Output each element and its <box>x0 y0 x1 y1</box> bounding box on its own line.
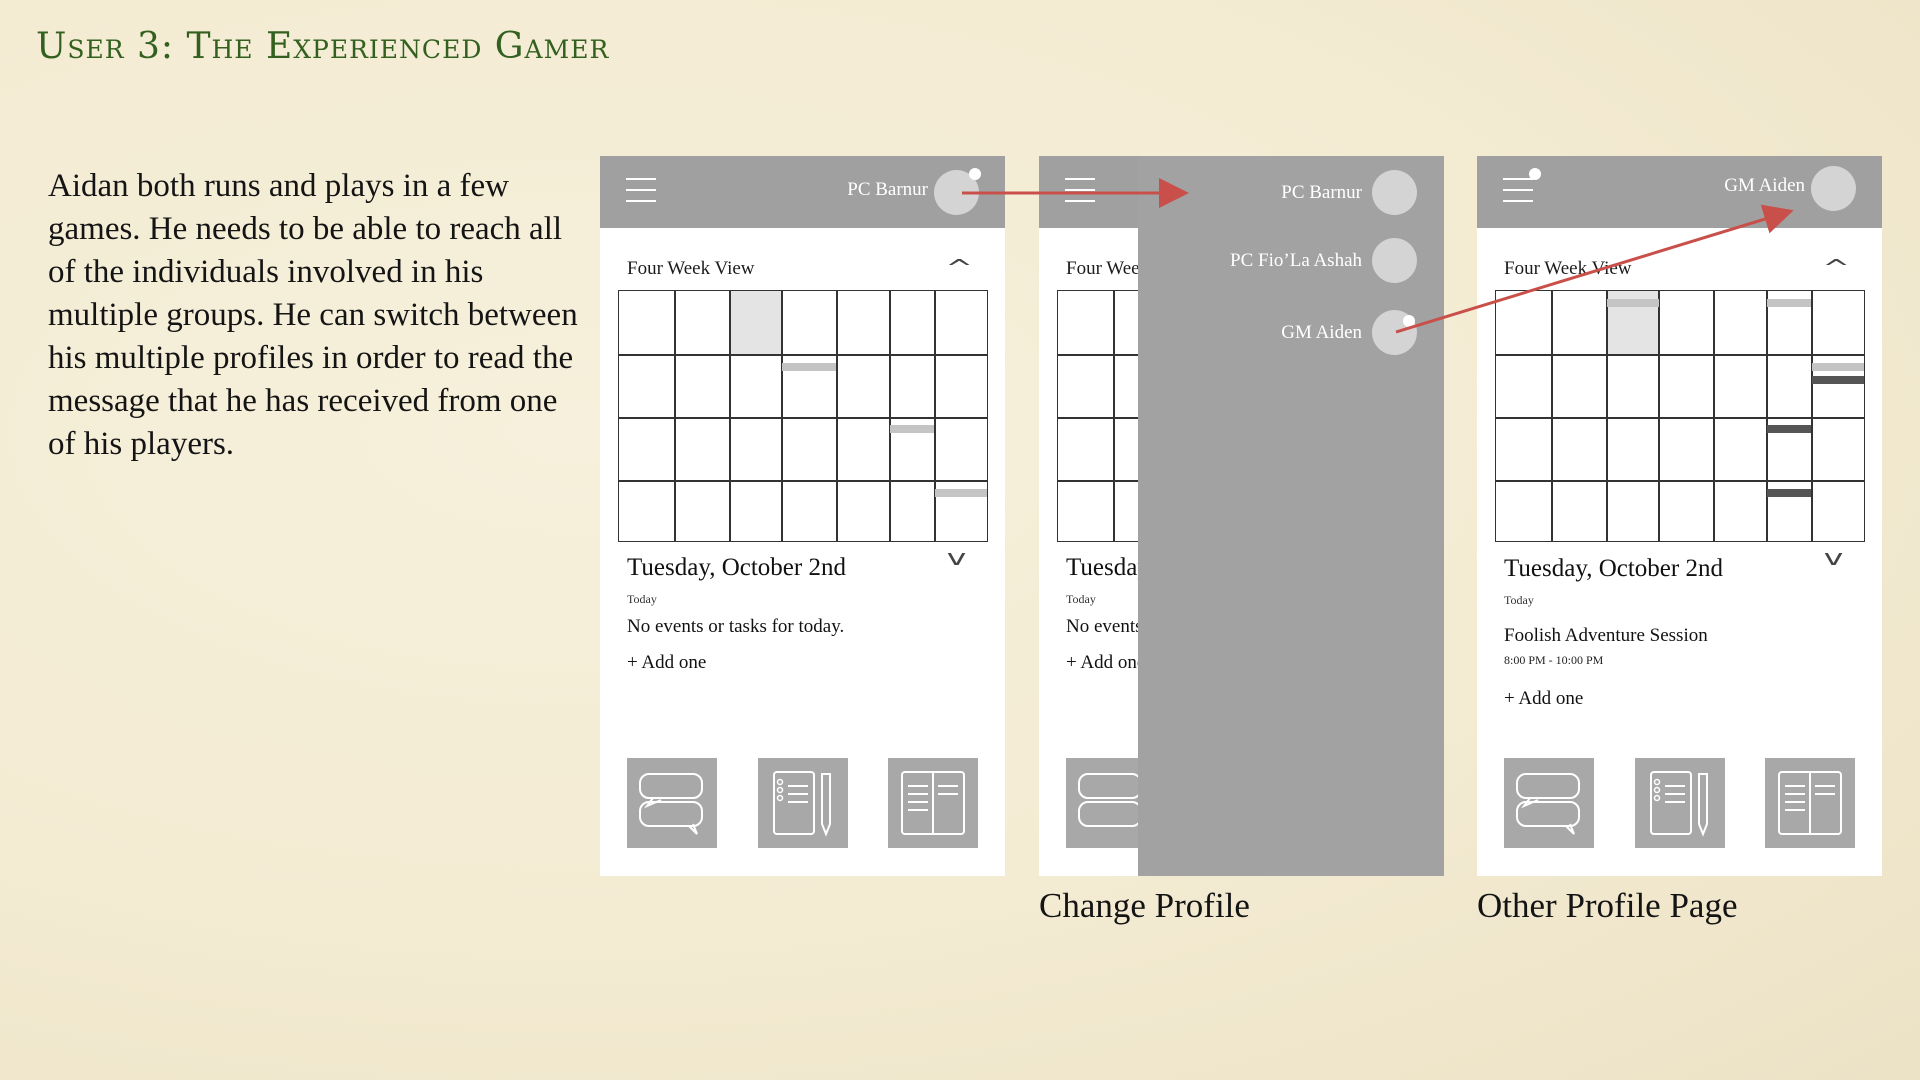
event-title[interactable]: Foolish Adventure Session <box>1504 625 1708 647</box>
notification-dot <box>969 168 981 180</box>
profile-option-label: PC Fio’La Ashah <box>1230 250 1362 271</box>
notebook-pencil-icon <box>773 771 831 837</box>
chevron-down-icon[interactable]: v <box>947 548 967 570</box>
profile-name: PC Barnur <box>847 179 928 200</box>
add-event-link[interactable]: + Add one <box>1066 652 1145 674</box>
calendar-event-marker <box>935 489 987 497</box>
chevron-up-icon[interactable]: ^ <box>945 258 973 280</box>
avatar[interactable] <box>1811 166 1856 211</box>
calendar-event-marker <box>782 363 836 371</box>
chat-bubbles-icon <box>639 773 703 835</box>
profile-option-gm-aiden[interactable]: GM Aiden <box>1138 308 1444 358</box>
open-book-icon <box>1778 771 1842 835</box>
slide-description: Aidan both runs and plays in a few games… <box>48 168 578 462</box>
profile-option-label: PC Barnur <box>1281 182 1362 203</box>
event-time: 8:00 PM - 10:00 PM <box>1504 653 1604 667</box>
hamburger-icon[interactable] <box>626 178 656 206</box>
chevron-down-icon[interactable]: v <box>1824 548 1844 570</box>
top-bar: GM Aiden <box>1477 156 1882 228</box>
date-title: Tuesday, October 2nd <box>627 554 846 581</box>
rulebook-button[interactable] <box>888 758 978 848</box>
notes-button[interactable] <box>1635 758 1725 848</box>
open-book-icon <box>901 771 965 835</box>
avatar[interactable] <box>934 168 981 215</box>
caption-other-profile: Other Profile Page <box>1477 886 1738 925</box>
calendar-event-marker <box>1767 425 1811 433</box>
calendar-event-marker <box>1767 489 1811 497</box>
slide-title: User 3: The Experienced Gamer <box>36 26 610 67</box>
calendar-event-marker <box>1607 299 1659 307</box>
calendar-grid <box>618 290 988 542</box>
week-view-label: Four Week View <box>627 258 755 279</box>
today-label: Today <box>1504 593 1534 607</box>
today-label: Today <box>1066 592 1096 606</box>
profile-switcher-drawer: PC Barnur PC Fio’La Ashah GM Aiden <box>1138 156 1444 876</box>
avatar <box>1372 238 1417 283</box>
notebook-pencil-icon <box>1650 771 1708 837</box>
notes-button[interactable] <box>758 758 848 848</box>
caption-change-profile: Change Profile <box>1039 886 1250 925</box>
change-profile-screen-mockup: Four Week View Tuesday, October 2nd Toda… <box>1039 156 1444 876</box>
calendar-today-cell <box>730 291 782 354</box>
add-event-link[interactable]: + Add one <box>1504 688 1583 710</box>
profile-option-pc-fiola-ashah[interactable]: PC Fio’La Ashah <box>1138 236 1444 286</box>
chevron-up-icon[interactable]: ^ <box>1822 258 1850 280</box>
avatar <box>1372 170 1417 215</box>
calendar-event-marker <box>1812 363 1864 371</box>
profile-option-pc-barnur[interactable]: PC Barnur <box>1138 168 1444 218</box>
calendar-event-marker <box>890 425 934 433</box>
add-event-link[interactable]: + Add one <box>627 652 706 674</box>
notification-dot <box>1529 168 1541 180</box>
calendar-event-marker <box>1767 299 1811 307</box>
other-profile-screen-mockup: GM Aiden Four Week View ^ v Tuesday, Oct… <box>1477 156 1882 876</box>
chat-bubbles-icon <box>1516 773 1580 835</box>
profile-name: GM Aiden <box>1724 175 1805 196</box>
main-screen-mockup: PC Barnur Four Week View ^ v Tuesday, Oc… <box>600 156 1005 876</box>
calendar-grid <box>1495 290 1865 542</box>
empty-message: No events or tasks for today. <box>627 616 845 637</box>
avatar <box>1372 310 1417 355</box>
top-bar: PC Barnur <box>600 156 1005 228</box>
calendar-event-marker <box>1812 376 1864 384</box>
week-view-label: Four Week View <box>1504 258 1632 279</box>
profile-option-label: GM Aiden <box>1281 322 1362 343</box>
notification-dot <box>1403 315 1415 327</box>
today-label: Today <box>627 592 657 606</box>
date-title: Tuesday, October 2nd <box>1504 555 1723 582</box>
chat-button[interactable] <box>1504 758 1594 848</box>
rulebook-button[interactable] <box>1765 758 1855 848</box>
chat-button[interactable] <box>627 758 717 848</box>
hamburger-icon[interactable] <box>1065 178 1095 206</box>
hamburger-icon[interactable] <box>1503 168 1541 206</box>
